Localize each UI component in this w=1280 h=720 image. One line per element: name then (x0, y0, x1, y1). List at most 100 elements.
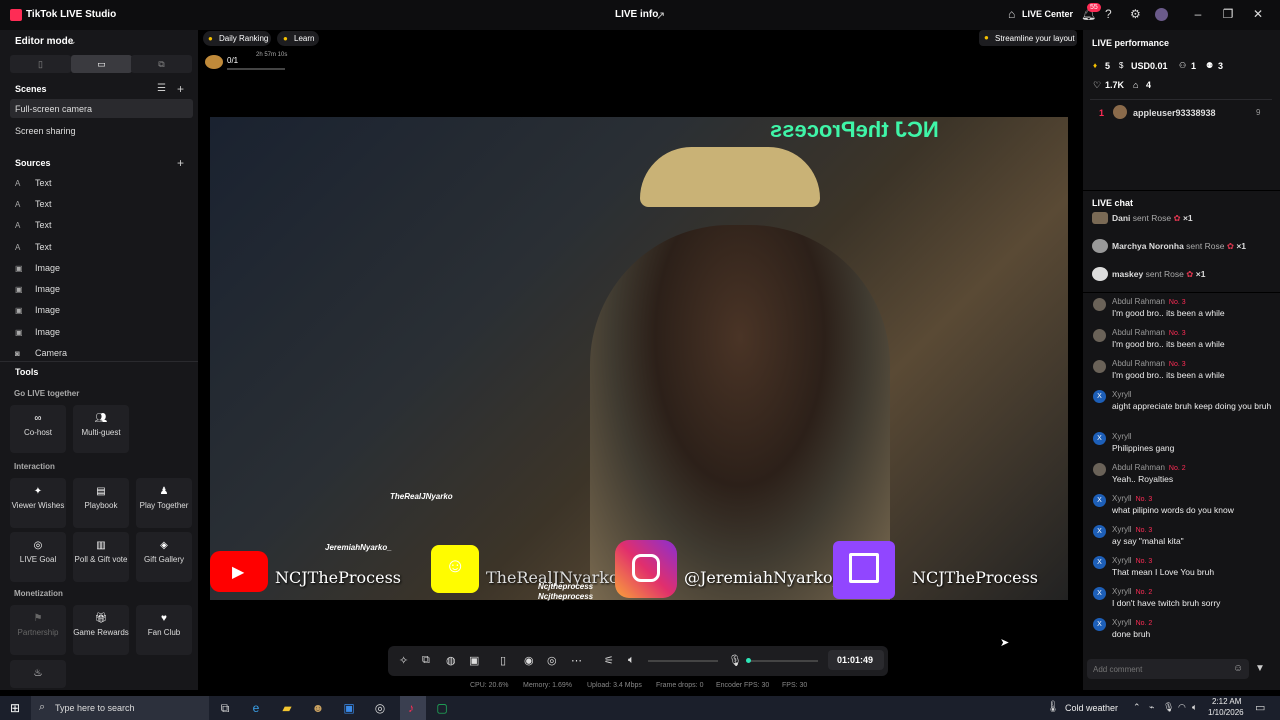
chat-user[interactable]: Xyryll (1112, 525, 1132, 534)
more-icon[interactable]: ⋯ (571, 654, 582, 667)
record-icon[interactable]: ◉ (524, 654, 534, 667)
windows-start-icon[interactable]: ⊞ (6, 699, 24, 717)
tiktok-live-icon[interactable]: ♪ (402, 699, 420, 717)
source-item[interactable]: A Text (15, 199, 52, 209)
chevron-down-icon[interactable]: ⌄ (69, 36, 77, 47)
fan-club-button[interactable]: ♥ Fan Club (136, 605, 192, 655)
live-info-button[interactable]: LIVE info (615, 9, 658, 20)
coin-icon: $ (1119, 61, 1124, 70)
tray-chevron-icon[interactable]: ⌃ (1133, 702, 1141, 713)
filter-icon[interactable]: ▼ (1255, 663, 1265, 674)
landscape-mode-button[interactable]: ▭ (71, 55, 132, 73)
chat-user[interactable]: Abdul Rahman (1112, 359, 1165, 368)
partnership-button[interactable]: ⚑ Partnership (10, 605, 66, 655)
mic-slider[interactable] (748, 660, 818, 662)
bulb-icon: ● (283, 34, 288, 43)
volume-icon[interactable]: 🔈︎ (628, 654, 635, 667)
help-icon[interactable]: ? (1105, 7, 1112, 21)
viewer-wishes-button[interactable]: ✦ Viewer Wishes (10, 478, 66, 528)
chat-app-icon[interactable]: ▢ (433, 699, 451, 717)
chat-user[interactable]: Xyryll (1112, 494, 1132, 503)
more-tool-button[interactable]: ♨ (10, 660, 66, 688)
clock-time[interactable]: 2:12 AM (1212, 697, 1241, 706)
chat-user[interactable]: Xyryll (1112, 587, 1132, 596)
clock-date[interactable]: 1/10/2026 (1208, 708, 1244, 717)
dual-mode-button[interactable]: ⧉ (131, 55, 192, 73)
capture-icon[interactable]: ◎ (547, 654, 557, 667)
source-item[interactable]: ▣ Image (15, 327, 60, 337)
close-icon[interactable]: ✕ (1248, 7, 1268, 21)
restore-icon[interactable]: ❐ (1218, 7, 1238, 21)
portrait-mode-button[interactable]: ▯ (10, 55, 71, 73)
edge-icon[interactable]: e (247, 699, 265, 717)
list-icon[interactable]: ☰ (157, 83, 166, 94)
chat-user[interactable]: Xyryll (1112, 390, 1132, 399)
file-explorer-icon[interactable]: ▰ (278, 699, 296, 717)
source-item[interactable]: A Text (15, 178, 52, 188)
chat-user[interactable]: Abdul Rahman (1112, 463, 1165, 472)
scene-item[interactable]: Full-screen camera (15, 104, 92, 114)
game-rewards-button[interactable]: 🎁︎ Game Rewards (73, 605, 129, 655)
top-viewer-name[interactable]: appleuser93338938 (1133, 108, 1216, 118)
rank-number: 1 (1099, 108, 1105, 118)
magic-wand-icon[interactable]: ✧ (399, 654, 408, 667)
source-item[interactable]: A Text (15, 242, 52, 252)
wifi-icon[interactable]: ◠ (1178, 702, 1186, 713)
source-item[interactable]: ▣ Image (15, 263, 60, 273)
live-preview[interactable]: NCJ theProcess (210, 117, 1068, 600)
poll-gift-vote-button[interactable]: ▥ Poll & Gift vote (73, 532, 129, 582)
source-item[interactable]: A Text (15, 220, 52, 230)
source-item[interactable]: ▣ Image (15, 284, 60, 294)
effects-icon[interactable]: ◍ (446, 654, 456, 667)
source-item[interactable]: ▣ Image (15, 305, 60, 315)
layers-icon[interactable]: ⧉ (422, 654, 430, 667)
avatar[interactable] (1155, 8, 1168, 21)
scene-item[interactable]: Screen sharing (15, 126, 76, 136)
minimize-icon[interactable]: – (1188, 7, 1208, 21)
microphone-icon[interactable]: 🎙︎ (728, 654, 742, 667)
source-label: Image (35, 305, 61, 315)
users-icon: 👥︎ (94, 413, 108, 424)
chat-text: Philippines gang (1112, 443, 1175, 453)
multi-guest-button[interactable]: 👥︎ Multi-guest (73, 405, 129, 453)
microphone-tray-icon[interactable]: 🎙︎ (1163, 702, 1174, 713)
co-host-button[interactable]: ∞ Co-host (10, 405, 66, 453)
obs-icon[interactable]: ◎ (371, 699, 389, 717)
editor-mode-dropdown[interactable]: Editor mode (15, 36, 73, 47)
playbook-button[interactable]: ▤ Playbook (73, 478, 129, 528)
emoji-icon[interactable]: ☺ (1233, 663, 1243, 674)
gear-icon[interactable]: ⚙ (1130, 7, 1141, 21)
mic-slider-knob[interactable] (746, 658, 751, 663)
live-goal-button[interactable]: ◎ LIVE Goal (10, 532, 66, 582)
weather-text[interactable]: Cold weather (1065, 703, 1118, 713)
share-icon[interactable]: ↗ (656, 9, 665, 22)
gift-user: Marchya Noronha (1112, 241, 1184, 251)
chat-user[interactable]: Xyryll (1112, 556, 1132, 565)
gift-icon: ⌂ (1133, 80, 1139, 90)
play-together-button[interactable]: ♟ Play Together (136, 478, 192, 528)
home-icon[interactable]: ⌂ (1008, 7, 1015, 21)
volume-tray-icon[interactable]: 🔈︎ (1192, 702, 1197, 713)
divider (1083, 190, 1280, 191)
comment-input[interactable] (1087, 659, 1249, 679)
learn-label: Learn (294, 34, 315, 43)
screen-icon[interactable]: ▣ (469, 654, 479, 667)
chat-user[interactable]: Xyryll (1112, 432, 1132, 441)
network-icon[interactable]: ⌁ (1149, 702, 1154, 713)
add-source-icon[interactable]: + (177, 156, 184, 170)
add-scene-icon[interactable]: + (177, 82, 184, 96)
weather-icon: 🌡︎ (1046, 701, 1060, 713)
notification-center-icon[interactable]: ▭ (1255, 701, 1265, 714)
live-center-button[interactable]: LIVE Center (1022, 9, 1073, 19)
source-item[interactable]: ◙ Camera (15, 348, 67, 358)
task-view-icon[interactable]: ⧉ (216, 699, 234, 717)
gift-gallery-button[interactable]: ◈ Gift Gallery (136, 532, 192, 582)
store-icon[interactable]: ▣ (340, 699, 358, 717)
chat-user[interactable]: Abdul Rahman (1112, 297, 1165, 306)
volume-slider[interactable] (648, 660, 718, 662)
chat-user[interactable]: Abdul Rahman (1112, 328, 1165, 337)
app-icon[interactable]: ☻ (309, 699, 327, 717)
phone-icon[interactable]: ▯ (500, 654, 506, 667)
settings-sliders-icon[interactable]: ⚟ (604, 654, 614, 667)
chat-user[interactable]: Xyryll (1112, 618, 1132, 627)
